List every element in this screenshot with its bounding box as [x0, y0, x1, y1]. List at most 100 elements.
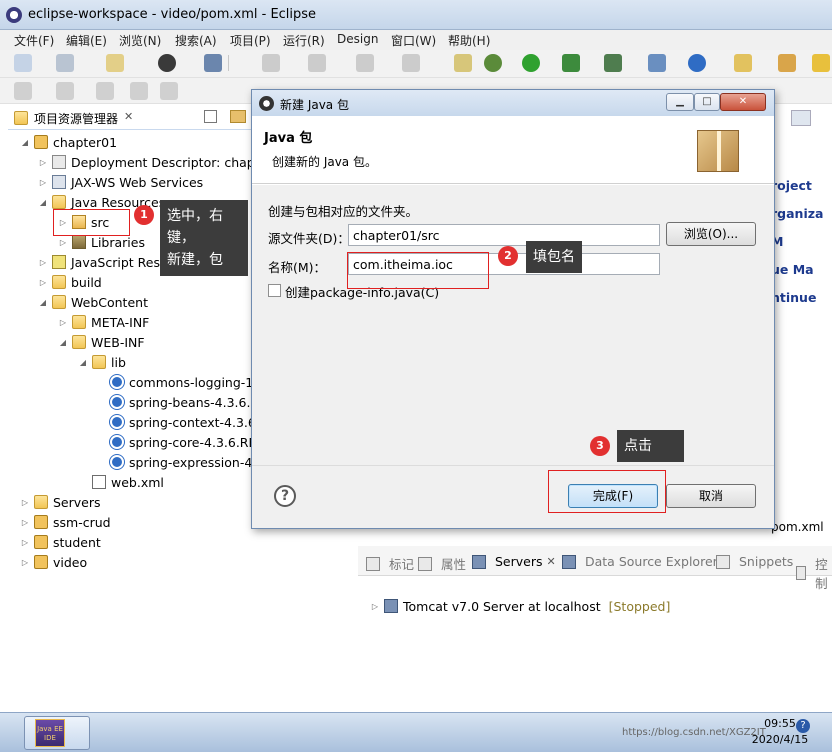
- tab-properties[interactable]: 属性: [418, 554, 466, 573]
- expanded-icon[interactable]: ◢: [38, 298, 48, 307]
- tree-item-jar[interactable]: spring-beans-4.3.6.R: [110, 392, 259, 412]
- step-over-icon[interactable]: [402, 54, 420, 72]
- tree-item-jar[interactable]: commons-logging-1: [110, 372, 253, 392]
- taskbar: Java EE IDE https://blog.csdn.net/XGZ2IT…: [0, 712, 832, 752]
- window-title: eclipse-workspace - video/pom.xml - Ecli…: [28, 7, 317, 22]
- tree-item-student[interactable]: ▷ student: [20, 532, 101, 552]
- editor-tab-pom[interactable]: pom.xml: [771, 520, 824, 534]
- maximize-button[interactable]: □: [694, 93, 720, 111]
- taskbar-eclipse-app[interactable]: Java EE IDE: [24, 716, 90, 750]
- expanded-icon[interactable]: ◢: [78, 358, 88, 367]
- menu-search[interactable]: 搜索(A): [175, 32, 217, 49]
- collapsed-icon[interactable]: ▷: [58, 238, 68, 247]
- collapsed-icon[interactable]: ▷: [20, 518, 30, 527]
- coverage-icon[interactable]: [562, 54, 580, 72]
- menu-navigate[interactable]: 浏览(N): [119, 32, 161, 49]
- open-type-icon[interactable]: [734, 54, 752, 72]
- bookmark-icon[interactable]: [812, 54, 830, 72]
- close-icon[interactable]: ✕: [547, 555, 556, 568]
- project-explorer-tab[interactable]: 项目资源管理器 ✕: [8, 106, 252, 130]
- menu-window[interactable]: 窗口(W): [391, 32, 436, 49]
- package-info-checkbox[interactable]: [268, 284, 281, 297]
- menu-edit[interactable]: 编辑(E): [66, 32, 107, 49]
- skip-icon[interactable]: [454, 54, 472, 72]
- tree-item-video[interactable]: ▷ video: [20, 552, 87, 572]
- menu-design[interactable]: Design: [337, 32, 378, 46]
- editor-minimize-icon[interactable]: [791, 110, 811, 126]
- tree-item-lib[interactable]: ◢ lib: [78, 352, 126, 372]
- collapse-all-icon[interactable]: [204, 110, 217, 123]
- spring-icon[interactable]: [688, 54, 706, 72]
- browse-button[interactable]: 浏览(O)...: [666, 222, 756, 246]
- tree-item-jar[interactable]: spring-expression-4.: [110, 452, 256, 472]
- editor-text: roject: [771, 178, 812, 193]
- tree-item-jar[interactable]: spring-core-4.3.6.RE: [110, 432, 256, 452]
- tab-snippets[interactable]: Snippets: [716, 554, 793, 569]
- tree-item-jar[interactable]: spring-context-4.3.6.: [110, 412, 260, 432]
- dialog-body: 创建与包相对应的文件夹。 源文件夹(D)： chapter01/src 浏览(O…: [252, 185, 774, 465]
- save-all-icon[interactable]: [106, 54, 124, 72]
- source-folder-field[interactable]: chapter01/src: [348, 224, 660, 246]
- tree-item-jaxws[interactable]: ▷ JAX-WS Web Services: [38, 172, 203, 192]
- terminal-icon[interactable]: [204, 54, 222, 72]
- tree-item-ssm-crud[interactable]: ▷ ssm-crud: [20, 512, 111, 532]
- open-task-icon[interactable]: [778, 54, 796, 72]
- close-icon[interactable]: ✕: [124, 110, 133, 123]
- tree-item-deployment-descriptor[interactable]: ▷ Deployment Descriptor: chapte: [38, 152, 267, 172]
- new-server-icon[interactable]: [648, 54, 666, 72]
- menu-run[interactable]: 运行(R): [283, 32, 325, 49]
- new-icon[interactable]: [14, 54, 32, 72]
- highlight-src: [53, 209, 130, 236]
- server-row[interactable]: ▷ Tomcat v7.0 Server at localhost [Stopp…: [370, 596, 670, 616]
- expanded-icon[interactable]: ◢: [58, 338, 68, 347]
- debug-icon[interactable]: [484, 54, 502, 72]
- help-icon[interactable]: ?: [274, 485, 296, 507]
- stop-icon[interactable]: [308, 54, 326, 72]
- menu-project[interactable]: 项目(P): [230, 32, 271, 49]
- tab-servers[interactable]: Servers ✕: [472, 554, 556, 569]
- next-annotation-icon[interactable]: [14, 82, 32, 100]
- tree-item-meta-inf[interactable]: ▷ META-INF: [58, 312, 149, 332]
- tree-item-web-inf[interactable]: ◢ WEB-INF: [58, 332, 145, 352]
- tree-item-webcontent[interactable]: ◢ WebContent: [38, 292, 148, 312]
- forward-icon[interactable]: [130, 82, 148, 100]
- collapsed-icon[interactable]: ▷: [370, 602, 380, 611]
- jar-icon: [110, 415, 124, 429]
- step-icon[interactable]: [356, 54, 374, 72]
- collapsed-icon[interactable]: ▷: [38, 258, 48, 267]
- forward-arrow-icon[interactable]: [160, 82, 178, 100]
- tab-data-source-explorer[interactable]: Data Source Explorer: [562, 554, 718, 569]
- cancel-button[interactable]: 取消: [666, 484, 756, 508]
- help-tray-icon[interactable]: ?: [796, 719, 810, 733]
- tab-console[interactable]: 控制: [796, 554, 832, 592]
- collapsed-icon[interactable]: ▷: [20, 558, 30, 567]
- link-editor-icon[interactable]: [230, 110, 246, 123]
- collapsed-icon[interactable]: ▷: [38, 158, 48, 167]
- tree-item-chapter01[interactable]: ◢ chapter01: [20, 132, 117, 152]
- highlight-finish: [548, 470, 666, 513]
- previous-annotation-icon[interactable]: [56, 82, 74, 100]
- expanded-icon[interactable]: ◢: [38, 198, 48, 207]
- expanded-icon[interactable]: ◢: [20, 138, 30, 147]
- close-button[interactable]: ✕: [720, 93, 766, 111]
- user-icon[interactable]: [158, 54, 176, 72]
- collapsed-icon[interactable]: ▷: [38, 178, 48, 187]
- collapsed-icon[interactable]: ▷: [20, 538, 30, 547]
- library-icon: [72, 235, 86, 249]
- tree-item-web-xml[interactable]: web.xml: [92, 472, 164, 492]
- back-icon[interactable]: [96, 82, 114, 100]
- collapsed-icon[interactable]: ▷: [38, 278, 48, 287]
- external-tools-icon[interactable]: [604, 54, 622, 72]
- save-icon[interactable]: [56, 54, 74, 72]
- tree-item-build[interactable]: ▷ build: [38, 272, 102, 292]
- minimize-button[interactable]: ▁: [666, 93, 694, 111]
- tree-item-servers[interactable]: ▷ Servers: [20, 492, 101, 512]
- menu-help[interactable]: 帮助(H): [448, 32, 490, 49]
- collapsed-icon[interactable]: ▷: [58, 318, 68, 327]
- collapsed-icon[interactable]: ▷: [20, 498, 30, 507]
- tab-markers[interactable]: 标记: [366, 554, 414, 573]
- resume-icon[interactable]: [262, 54, 280, 72]
- menu-file[interactable]: 文件(F): [14, 32, 54, 49]
- webservice-icon: [52, 175, 66, 189]
- run-icon[interactable]: [522, 54, 540, 72]
